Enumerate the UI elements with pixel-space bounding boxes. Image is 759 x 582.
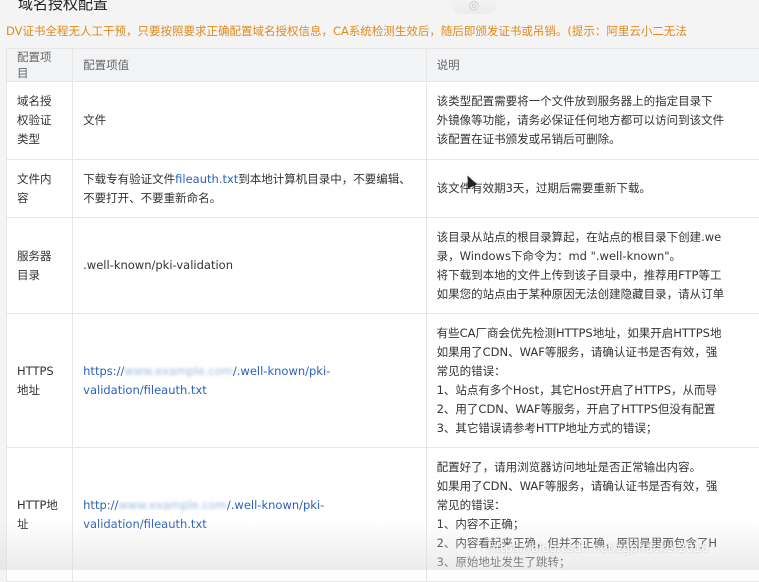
value-text: 下载专有验证文件 bbox=[83, 172, 175, 186]
url-prefix: http:// bbox=[83, 498, 118, 512]
row-value: https://www.example.com/.well-known/pki-… bbox=[73, 314, 426, 448]
row-label: HTTPS地址 bbox=[7, 314, 73, 448]
row-label: 服务器目录 bbox=[7, 218, 73, 314]
row-label: 域名授权验证类型 bbox=[7, 82, 73, 160]
row-desc: 有些CA厂商会优先检测HTTPS地址，如果开启HTTPS地 如果用了CDN、WA… bbox=[426, 314, 759, 448]
column-header-item: 配置项目 bbox=[7, 49, 73, 82]
table-header-row: 配置项目 配置项值 说明 bbox=[7, 49, 759, 82]
table-row: 域名授权验证类型 文件 该类型配置需要将一个文件放到服务器上的指定目录下 外镜像… bbox=[7, 82, 759, 160]
config-table: 配置项目 配置项值 说明 域名授权验证类型 文件 该类型配置需要将一个文件放到服… bbox=[6, 48, 759, 582]
masked-domain: www.example.com bbox=[124, 364, 233, 378]
watermark-text: https://blog.csdn.net/zgphacker2010 bbox=[488, 541, 709, 555]
row-desc: 该目录从站点的根目录算起，在站点的根目录下创建.we 录，Windows下命令为… bbox=[426, 218, 759, 314]
fileauth-download-link[interactable]: fileauth.txt bbox=[175, 172, 238, 186]
row-desc: 配置好了，请用浏览器访问地址是否正常输出内容。 如果用了CDN、WAF等服务，请… bbox=[426, 448, 759, 582]
notice-text: DV证书全程无人工干预，只要按照要求正确配置域名授权信息，CA系统检测生效后，随… bbox=[6, 22, 687, 40]
column-header-value: 配置项值 bbox=[73, 49, 426, 82]
row-value: http://www.example.com/.well-known/pki-v… bbox=[73, 448, 426, 582]
page-title: 域名授权配置 bbox=[18, 0, 108, 14]
row-value: .well-known/pki-validation bbox=[73, 218, 426, 314]
row-value: 文件 bbox=[73, 82, 426, 160]
table-row: 文件内容 下载专有验证文件fileauth.txt到本地计算机目录中，不要编辑、… bbox=[7, 160, 759, 218]
table-row: HTTPS地址 https://www.example.com/.well-kn… bbox=[7, 314, 759, 448]
row-desc: 该类型配置需要将一个文件放到服务器上的指定目录下 外镜像等功能，请务必保证任何地… bbox=[426, 82, 759, 160]
masked-domain: www.example.com bbox=[118, 498, 227, 512]
row-value: 下载专有验证文件fileauth.txt到本地计算机目录中，不要编辑、不要打开、… bbox=[73, 160, 426, 218]
table-row: HTTP地址 http://www.example.com/.well-know… bbox=[7, 448, 759, 582]
speaker-icon: ◎ bbox=[452, 0, 496, 14]
row-label: HTTP地址 bbox=[7, 448, 73, 582]
https-url-link[interactable]: https://www.example.com/.well-known/pki-… bbox=[83, 364, 330, 397]
column-header-desc: 说明 bbox=[426, 49, 759, 82]
row-desc: 该文件有效期3天，过期后需要重新下载。 bbox=[426, 160, 759, 218]
table-row: 服务器目录 .well-known/pki-validation 该目录从站点的… bbox=[7, 218, 759, 314]
row-label: 文件内容 bbox=[7, 160, 73, 218]
url-prefix: https:// bbox=[83, 364, 124, 378]
http-url-link[interactable]: http://www.example.com/.well-known/pki-v… bbox=[83, 498, 324, 531]
